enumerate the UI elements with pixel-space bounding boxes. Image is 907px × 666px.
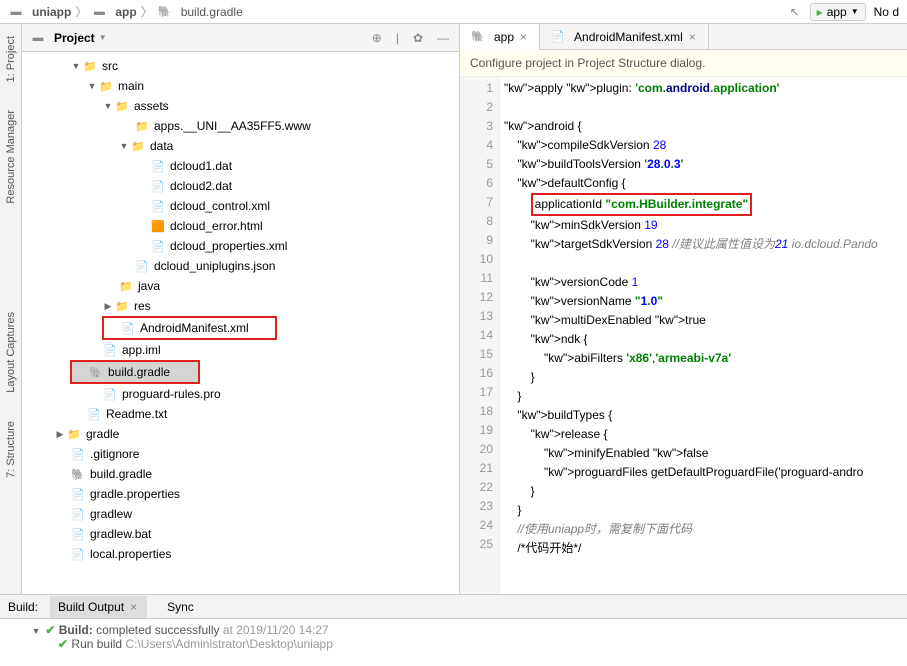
highlight-buildgradle: 🐘build.gradle bbox=[70, 360, 200, 384]
tree-folder-src[interactable]: ▼📁src bbox=[22, 56, 459, 76]
tab-project[interactable]: 1: Project bbox=[5, 32, 17, 86]
tree-file[interactable]: 📄dcloud1.dat bbox=[22, 156, 459, 176]
folder-icon: ▬ bbox=[8, 5, 24, 19]
tree-file[interactable]: 📄.gitignore bbox=[22, 444, 459, 464]
build-path: C:\Users\Administrator\Desktop\uniapp bbox=[125, 637, 332, 651]
collapse-icon[interactable]: — bbox=[435, 29, 451, 47]
build-title: Build: bbox=[59, 623, 93, 637]
tab-build-output[interactable]: Build Output × bbox=[50, 596, 147, 618]
check-icon: ✔ bbox=[45, 623, 55, 637]
editor-panel: 🐘app× 📄AndroidManifest.xml× Configure pr… bbox=[460, 24, 907, 594]
code-content[interactable]: "kw">apply "kw">plugin: 'com.android.app… bbox=[500, 77, 907, 594]
editor-tab-app[interactable]: 🐘app× bbox=[460, 24, 540, 50]
editor-tab-manifest[interactable]: 📄AndroidManifest.xml× bbox=[540, 24, 709, 50]
left-tool-tabs: 1: Project Resource Manager Layout Captu… bbox=[0, 24, 22, 594]
tree-folder-apps[interactable]: 📁apps.__UNI__AA35FF5.www bbox=[22, 116, 459, 136]
bc-mid[interactable]: app bbox=[115, 5, 136, 19]
tree-folder-gradle[interactable]: ▶📁gradle bbox=[22, 424, 459, 444]
info-bar[interactable]: Configure project in Project Structure d… bbox=[460, 50, 907, 77]
close-icon[interactable]: × bbox=[687, 28, 698, 46]
tree-file-manifest[interactable]: 📄AndroidManifest.xml bbox=[104, 318, 275, 338]
build-time: at 2019/11/20 14:27 bbox=[223, 623, 329, 637]
top-right-controls: ↖ ▸ app ▼ No d bbox=[788, 3, 899, 21]
module-icon: ▬ bbox=[91, 5, 107, 19]
tree-file[interactable]: 📄dcloud_control.xml bbox=[22, 196, 459, 216]
tree-file[interactable]: 📄gradle.properties bbox=[22, 484, 459, 504]
project-header: ▬ Project ▼ ⊕ | ✿ — bbox=[22, 24, 459, 52]
tree-file[interactable]: 📄app.iml bbox=[22, 340, 459, 360]
chevron-down-icon[interactable]: ▼ bbox=[99, 33, 107, 42]
highlight-manifest: 📄AndroidManifest.xml bbox=[102, 316, 277, 340]
close-icon[interactable]: × bbox=[518, 28, 529, 46]
tree-file[interactable]: 📄gradlew bbox=[22, 504, 459, 524]
bc-leaf[interactable]: build.gradle bbox=[181, 5, 243, 19]
tree-file[interactable]: 📄dcloud_uniplugins.json bbox=[22, 256, 459, 276]
tree-file[interactable]: 🐘build.gradle bbox=[22, 464, 459, 484]
tree-file[interactable]: 🟧dcloud_error.html bbox=[22, 216, 459, 236]
tree-file[interactable]: 📄proguard-rules.pro bbox=[22, 384, 459, 404]
tree-file[interactable]: 📄dcloud_properties.xml bbox=[22, 236, 459, 256]
divider: | bbox=[394, 29, 401, 47]
tree-file-buildgradle[interactable]: 🐘build.gradle bbox=[72, 362, 198, 382]
build-label: Build: bbox=[8, 600, 38, 614]
check-icon: ✔ bbox=[58, 637, 68, 651]
tree-folder-main[interactable]: ▼📁main bbox=[22, 76, 459, 96]
build-status: completed successfully bbox=[96, 623, 219, 637]
tree-folder-assets[interactable]: ▼📁assets bbox=[22, 96, 459, 116]
device-selector[interactable]: No d bbox=[874, 5, 899, 19]
breadcrumb: ▬ uniapp 〉 ▬ app 〉 🐘 build.gradle bbox=[8, 3, 243, 20]
tab-layout-captures[interactable]: Layout Captures bbox=[5, 308, 17, 397]
back-icon[interactable]: ↖ bbox=[788, 3, 802, 21]
bc-root[interactable]: uniapp bbox=[32, 5, 71, 19]
tab-sync[interactable]: Sync bbox=[159, 598, 202, 616]
project-label[interactable]: Project bbox=[54, 31, 95, 45]
project-tree[interactable]: ▼📁src ▼📁main ▼📁assets 📁apps.__UNI__AA35F… bbox=[22, 52, 459, 594]
tree-file[interactable]: 📄local.properties bbox=[22, 544, 459, 564]
tree-folder-res[interactable]: ▶📁res bbox=[22, 296, 459, 316]
close-icon: × bbox=[128, 598, 139, 616]
tree-folder-data[interactable]: ▼📁data bbox=[22, 136, 459, 156]
tree-file[interactable]: 📄dcloud2.dat bbox=[22, 176, 459, 196]
top-toolbar: ▬ uniapp 〉 ▬ app 〉 🐘 build.gradle ↖ ▸ ap… bbox=[0, 0, 907, 24]
android-icon: ▸ bbox=[817, 5, 823, 19]
run-config-selector[interactable]: ▸ app ▼ bbox=[810, 3, 866, 21]
tab-structure[interactable]: 7: Structure bbox=[5, 417, 17, 482]
editor-tabs: 🐘app× 📄AndroidManifest.xml× bbox=[460, 24, 907, 50]
chevron-down-icon: ▼ bbox=[851, 7, 859, 16]
tree-file[interactable]: 📄gradlew.bat bbox=[22, 524, 459, 544]
tree-folder-java[interactable]: 📁java bbox=[22, 276, 459, 296]
build-run: Run build bbox=[71, 637, 122, 651]
code-editor[interactable]: 1234567891011121314151617181920212223242… bbox=[460, 77, 907, 594]
tree-file[interactable]: 📄Readme.txt bbox=[22, 404, 459, 424]
build-output-panel: ▼ ✔ Build: completed successfully at 201… bbox=[0, 618, 907, 666]
project-panel: ▬ Project ▼ ⊕ | ✿ — ▼📁src ▼📁main ▼📁asset… bbox=[22, 24, 460, 594]
bottom-tool-tabs: Build: Build Output × Sync bbox=[0, 594, 907, 618]
chevron-right-icon: 〉 bbox=[141, 3, 153, 20]
tab-resource-manager[interactable]: Resource Manager bbox=[5, 106, 17, 208]
project-icon: ▬ bbox=[30, 31, 46, 45]
target-icon[interactable]: ⊕ bbox=[370, 29, 384, 47]
gear-icon[interactable]: ✿ bbox=[411, 29, 425, 47]
line-gutter: 1234567891011121314151617181920212223242… bbox=[460, 77, 500, 594]
chevron-right-icon: 〉 bbox=[75, 3, 87, 20]
gradle-icon: 🐘 bbox=[157, 5, 173, 19]
